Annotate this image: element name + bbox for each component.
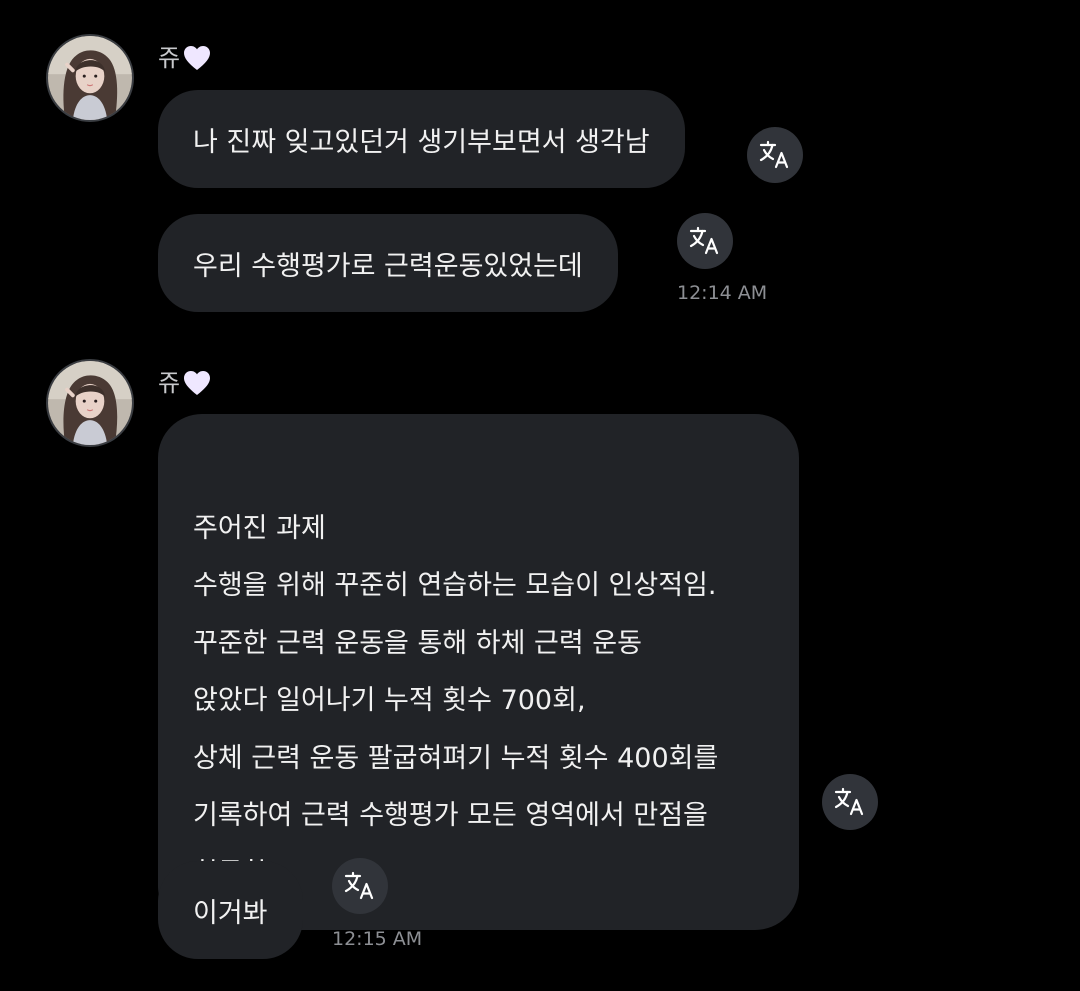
translate-icon bbox=[344, 871, 374, 900]
message-bubble[interactable]: 이거봐 bbox=[158, 861, 303, 959]
translate-icon bbox=[689, 226, 719, 255]
white-heart-icon bbox=[182, 44, 212, 72]
avatar-image bbox=[48, 361, 132, 445]
translate-icon bbox=[759, 140, 789, 169]
sender-name: 쥬 bbox=[158, 369, 212, 397]
translate-button[interactable] bbox=[677, 213, 733, 269]
white-heart-icon bbox=[182, 369, 212, 397]
sender-name-text: 쥬 bbox=[158, 44, 181, 72]
translate-button[interactable] bbox=[332, 858, 388, 914]
message-bubble[interactable]: 우리 수행평가로 근력운동있었는데 bbox=[158, 214, 618, 312]
translate-icon bbox=[834, 787, 864, 816]
avatar[interactable] bbox=[46, 359, 134, 447]
message-bubble[interactable]: 나 진짜 잊고있던거 생기부보면서 생각남 bbox=[158, 90, 685, 188]
message-text: 이거봐 bbox=[193, 897, 268, 929]
sender-name-text: 쥬 bbox=[158, 369, 181, 397]
translate-button[interactable] bbox=[822, 774, 878, 830]
message-text: 우리 수행평가로 근력운동있었는데 bbox=[193, 250, 583, 282]
avatar[interactable] bbox=[46, 34, 134, 122]
avatar-image bbox=[48, 36, 132, 120]
message-text: 나 진짜 잊고있던거 생기부보면서 생각남 bbox=[193, 126, 650, 158]
sender-name: 쥬 bbox=[158, 44, 212, 72]
message-timestamp: 12:15 AM bbox=[332, 928, 423, 950]
message-bubble[interactable]: 주어진 과제 수행을 위해 꾸준히 연습하는 모습이 인상적임. 꾸준한 근력 … bbox=[158, 414, 799, 930]
message-timestamp: 12:14 AM bbox=[677, 282, 768, 304]
translate-button[interactable] bbox=[747, 127, 803, 183]
message-text: 주어진 과제 수행을 위해 꾸준히 연습하는 모습이 인상적임. 꾸준한 근력 … bbox=[193, 512, 719, 889]
